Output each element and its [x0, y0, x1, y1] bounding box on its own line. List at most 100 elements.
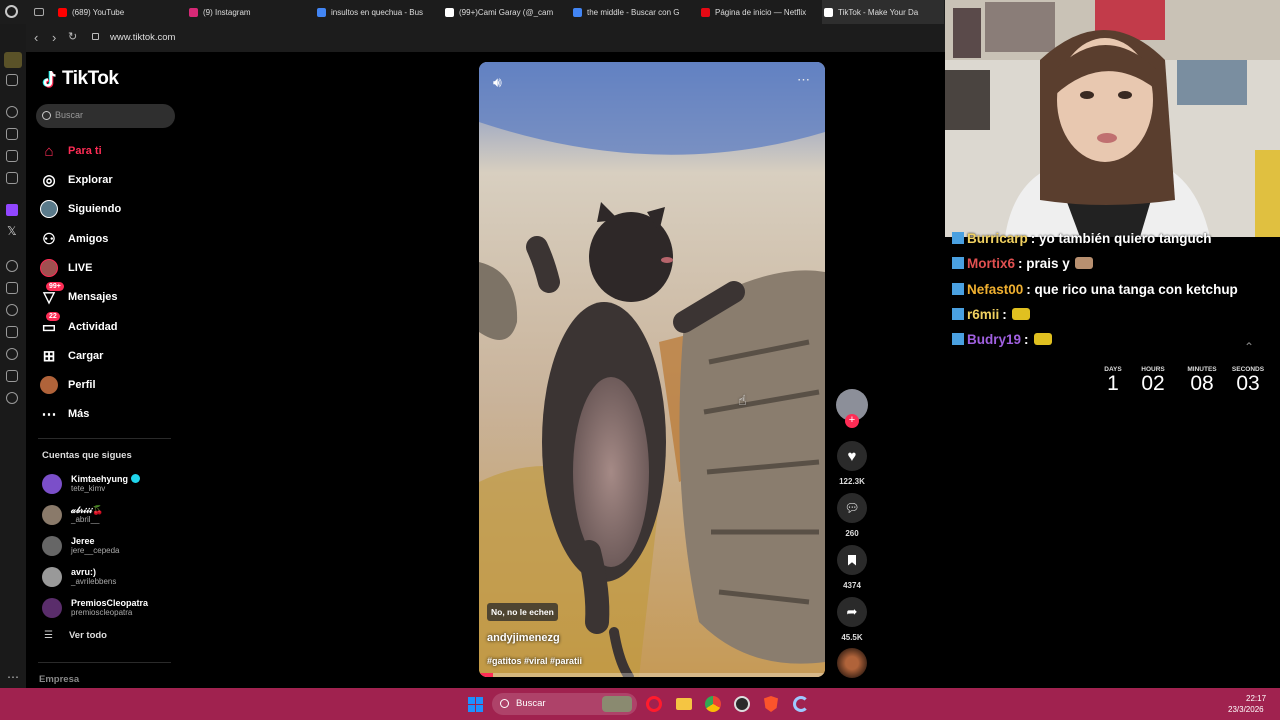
- video-hashtags[interactable]: #gatitos #viral #paratii: [487, 656, 582, 666]
- live-icon: ●: [40, 259, 58, 277]
- url-text[interactable]: www.tiktok.com: [110, 32, 175, 43]
- like-action[interactable]: ♥ 122.3K: [836, 441, 868, 486]
- browser-tab[interactable]: (99+)Cami Garay (@_cam: [443, 0, 561, 24]
- list-icon: ☰: [44, 630, 53, 641]
- apps-icon[interactable]: [6, 282, 18, 294]
- video-frame-image: [479, 62, 825, 677]
- video-player[interactable]: 🔊︎ ⋯ No, no le echen andyjimenezg #gatit…: [479, 62, 825, 677]
- video-author[interactable]: andyjimenezg: [487, 632, 560, 644]
- music-disc-icon[interactable]: [837, 648, 867, 678]
- nav-item-profile[interactable]: ● Perfil: [40, 373, 96, 397]
- file-explorer-icon[interactable]: [676, 698, 692, 710]
- opera-taskbar-icon[interactable]: [646, 696, 662, 712]
- countdown-value: 08: [1190, 372, 1214, 395]
- following-account[interactable]: avru:) _avrilebbens: [42, 564, 116, 590]
- account-text: avru:) _avrilebbens: [71, 567, 116, 587]
- tab-favicon-icon: [701, 7, 710, 17]
- tab-favicon-icon: [445, 7, 454, 17]
- see-all-link[interactable]: ☰ Ver todo: [44, 630, 107, 641]
- browser-tab[interactable]: the middle - Buscar con G: [571, 0, 691, 24]
- follow-plus-icon[interactable]: +: [845, 414, 859, 428]
- twitch-icon[interactable]: [6, 204, 18, 216]
- following-account[interactable]: Kimtaehyung tete_kimv: [42, 471, 141, 497]
- share-icon[interactable]: ➦: [837, 597, 867, 627]
- history-icon[interactable]: [6, 348, 18, 360]
- settings-icon[interactable]: [6, 392, 18, 404]
- browser-tab-bar: (689) YouTube (9) Instagram insultos en qu…: [0, 0, 945, 24]
- pin-icon[interactable]: [6, 326, 18, 338]
- home-sidebar-icon[interactable]: [4, 52, 22, 68]
- browser-tab[interactable]: (9) Instagram: [187, 0, 305, 24]
- brave-icon[interactable]: [764, 696, 778, 712]
- nav-item-home[interactable]: ⌂ Para ti: [40, 139, 101, 163]
- clock-icon[interactable]: [6, 260, 18, 272]
- x-icon[interactable]: 𝕏: [7, 224, 17, 238]
- game-icon[interactable]: [6, 74, 18, 86]
- friends-icon: ⚇: [42, 231, 56, 248]
- extensions-icon[interactable]: [6, 370, 18, 382]
- nav-item-following[interactable]: ● Siguiendo: [40, 197, 121, 221]
- nav-item-more[interactable]: ⋯ Más: [40, 402, 90, 426]
- avatar: [42, 505, 62, 525]
- tiktok-logo[interactable]: TikTok: [42, 68, 119, 90]
- ai-icon[interactable]: [6, 128, 18, 140]
- following-account[interactable]: 𝒶𝒷𝓇𝒾𝒾𝒾🍒 _abril__: [42, 502, 103, 528]
- mail-icon[interactable]: [6, 172, 18, 184]
- nav-label: LIVE: [68, 262, 93, 274]
- browser-tab[interactable]: TikTok - Make Your Da: [822, 0, 944, 24]
- bookmark-icon[interactable]: [837, 545, 867, 575]
- account-handle: jere__cepeda: [71, 546, 120, 555]
- obs-icon[interactable]: [734, 696, 750, 712]
- tab-favicon-icon: [189, 7, 198, 17]
- windows-start-icon[interactable]: [468, 697, 483, 712]
- tab-label: TikTok - Make Your Da: [838, 7, 919, 17]
- refresh-icon[interactable]: [6, 106, 18, 118]
- nav-item-compass[interactable]: ◎ Explorar: [40, 168, 112, 192]
- see-all-label: Ver todo: [68, 630, 107, 641]
- search-box[interactable]: Buscar: [36, 104, 175, 128]
- video-more-icon[interactable]: ⋯: [797, 72, 810, 88]
- taskbar-date[interactable]: 23/3/2026: [1228, 705, 1264, 714]
- volume-icon[interactable]: 🔊︎: [493, 74, 502, 91]
- upload-icon: ⊞: [42, 348, 56, 365]
- nav-item-activity[interactable]: ▭ 22 Actividad: [40, 312, 118, 339]
- comment-icon[interactable]: 💬︎: [837, 493, 867, 523]
- following-account[interactable]: PremiosCleopatra premioscleopatra: [42, 595, 148, 621]
- account-text: 𝒶𝒷𝓇𝒾𝒾𝒾🍒 _abril__: [71, 505, 103, 525]
- taskbar-search[interactable]: Buscar: [492, 693, 637, 715]
- lock-icon: [92, 33, 99, 40]
- back-icon[interactable]: ‹: [34, 30, 38, 45]
- nav-item-messages[interactable]: ▽ 99+ Mensajes: [40, 282, 118, 309]
- wallet-icon[interactable]: [6, 150, 18, 162]
- nav-item-upload[interactable]: ⊞ Cargar: [40, 344, 104, 368]
- nav-item-friends[interactable]: ⚇ Amigos: [40, 227, 108, 251]
- windows-taskbar: Buscar 22:17 23/3/2026: [0, 688, 1280, 720]
- heart-icon[interactable]: ♥: [837, 441, 867, 471]
- browser-tab[interactable]: Página de inicio — Netflix: [699, 0, 814, 24]
- compass-icon: ◎: [42, 172, 56, 189]
- verified-badge-icon: [131, 474, 141, 483]
- following-account[interactable]: Jeree jere__cepeda: [42, 533, 119, 559]
- company-link[interactable]: Empresa: [39, 674, 79, 685]
- save-action[interactable]: 4374: [836, 545, 868, 590]
- browser-tab[interactable]: insultos en quechua - Bus: [315, 0, 435, 24]
- comment-action[interactable]: 💬︎ 260: [836, 493, 868, 538]
- account-name: Jeree: [71, 536, 95, 546]
- sidebar-more-icon[interactable]: ⋯: [7, 670, 19, 684]
- progress-track[interactable]: [479, 673, 825, 677]
- nav-item-live[interactable]: ● LIVE: [40, 256, 92, 280]
- heart-sidebar-icon[interactable]: [6, 304, 18, 316]
- workspaces-icon[interactable]: [34, 8, 44, 16]
- chat-scroll-up-icon[interactable]: ⌃: [1244, 340, 1254, 354]
- reload-icon[interactable]: ↻: [68, 30, 77, 43]
- opera-logo-icon[interactable]: [5, 5, 18, 18]
- forward-icon[interactable]: ›: [52, 30, 56, 45]
- account-name-row: Jeree: [71, 536, 119, 546]
- chat-badge-icon: [952, 232, 964, 244]
- browser-tab[interactable]: (689) YouTube: [56, 0, 176, 24]
- taskbar-time[interactable]: 22:17: [1246, 694, 1266, 703]
- app-c-icon[interactable]: [793, 696, 809, 712]
- account-name-row: Kimtaehyung: [71, 474, 141, 484]
- chrome-icon[interactable]: [705, 696, 721, 712]
- share-action[interactable]: ➦ 45.5K: [836, 597, 868, 642]
